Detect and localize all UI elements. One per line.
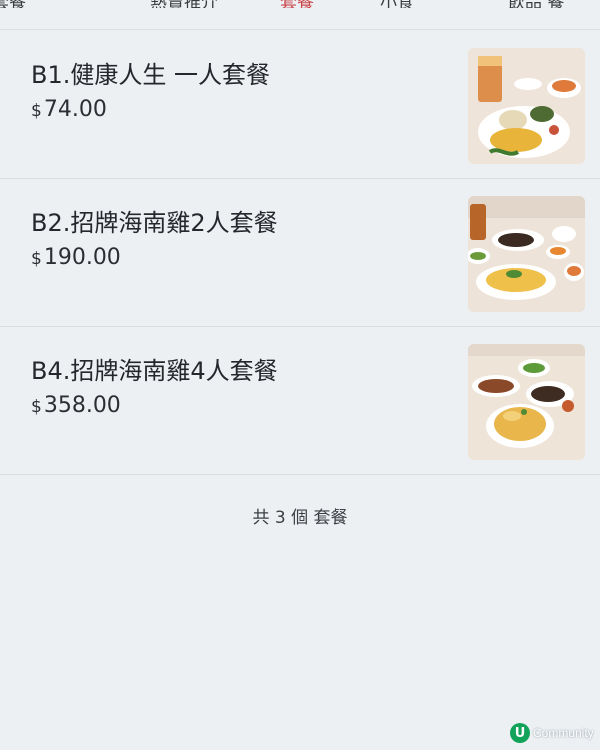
item-photo[interactable]: [468, 48, 585, 164]
item-price: $358.00: [31, 393, 121, 418]
category-tab-bar: 套餐 熱賣推介 套餐 小食 飲品 餐: [0, 0, 600, 30]
menu-item-b1[interactable]: B1.健康人生 一人套餐 $74.00: [0, 31, 600, 179]
price-value: 190.00: [43, 245, 121, 270]
tab-snacks[interactable]: 小食: [380, 0, 460, 8]
u-logo-icon: U: [510, 723, 530, 743]
set-meal-count: 共 3 個 套餐: [252, 508, 348, 528]
tab-hot-picks[interactable]: 熱賣推介: [150, 0, 230, 8]
item-name: B1.健康人生 一人套餐: [31, 61, 270, 89]
community-watermark: U Community: [510, 722, 594, 744]
tab-set-meal[interactable]: 套餐: [0, 0, 72, 8]
currency-symbol: $: [31, 397, 42, 417]
tab-drinks[interactable]: 飲品 餐: [508, 0, 588, 8]
item-name: B2.招牌海南雞2人套餐: [31, 209, 278, 237]
watermark-text: Community: [533, 726, 594, 740]
menu-item-b4[interactable]: B4.招牌海南雞4人套餐 $358.00: [0, 327, 600, 475]
item-name: B4.招牌海南雞4人套餐: [31, 357, 278, 385]
item-photo[interactable]: [468, 196, 585, 312]
item-price: $74.00: [31, 97, 107, 122]
menu-item-b2[interactable]: B2.招牌海南雞2人套餐 $190.00: [0, 179, 600, 327]
currency-symbol: $: [31, 101, 42, 121]
currency-symbol: $: [31, 249, 42, 269]
price-value: 74.00: [43, 97, 107, 122]
item-price: $190.00: [31, 245, 121, 270]
tab-set-meal-active[interactable]: 套餐: [280, 0, 360, 8]
price-value: 358.00: [43, 393, 121, 418]
item-photo[interactable]: [468, 344, 585, 460]
